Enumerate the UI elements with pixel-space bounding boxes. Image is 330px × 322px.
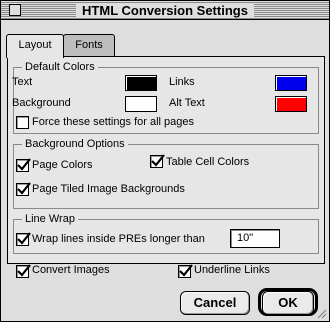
checkmark-icon [17,232,31,245]
convert-images-label: Convert Images [32,264,110,276]
links-color-swatch[interactable] [275,75,307,91]
wrap-length-input[interactable]: 10" [230,229,280,248]
force-settings-label: Force these settings for all pages [32,116,195,128]
checkmark-icon [17,158,31,171]
layout-tab-panel: Default Colors Text Links Background Alt… [7,56,325,278]
background-options-group: Background Options Page Colors Table Cel… [13,137,319,209]
underline-links-checkbox[interactable] [178,264,193,278]
convert-images-checkbox[interactable] [16,264,31,278]
tab-fonts-label: Fonts [75,39,103,51]
default-colors-title: Default Colors [22,60,98,74]
wrap-lines-label: Wrap lines inside PREs longer than [32,233,205,245]
tiled-backgrounds-label: Page Tiled Image Backgrounds [32,183,185,195]
resize-grip-icon[interactable] [315,307,327,319]
tiled-backgrounds-checkbox[interactable] [16,182,31,196]
text-color-label: Text [12,76,33,88]
dialog-window: HTML Conversion Settings Layout Fonts De… [0,0,330,322]
tab-layout[interactable]: Layout [6,34,64,58]
checkmark-icon [17,264,31,277]
checkmark-icon [179,264,193,277]
underline-links-label: Underline Links [194,264,270,276]
page-colors-label: Page Colors [32,159,93,171]
background-options-title: Background Options [22,137,128,151]
default-colors-group: Default Colors Text Links Background Alt… [12,60,319,134]
page-colors-checkbox[interactable] [16,158,31,172]
wrap-lines-checkbox[interactable] [16,232,31,246]
alt-text-color-label: Alt Text [169,97,205,109]
alt-text-color-swatch[interactable] [275,96,307,112]
checkmark-icon [17,182,31,195]
text-color-swatch[interactable] [125,75,157,91]
links-color-label: Links [169,76,195,88]
tab-fonts[interactable]: Fonts [63,34,115,57]
ok-button-label: OK [278,295,298,310]
force-settings-checkbox[interactable] [16,116,29,129]
checkmark-icon [151,154,165,167]
tab-layout-label: Layout [18,39,52,51]
line-wrap-title: Line Wrap [22,212,78,226]
cancel-button-label: Cancel [193,295,237,310]
title-bar[interactable]: HTML Conversion Settings [1,1,329,20]
background-color-swatch[interactable] [125,96,157,112]
table-cell-colors-label: Table Cell Colors [166,156,250,168]
background-color-label: Background [12,97,71,109]
table-cell-colors-checkbox[interactable] [150,154,165,168]
window-title: HTML Conversion Settings [76,3,254,18]
wrap-length-value: 10" [237,232,254,244]
ok-button[interactable]: OK [262,291,314,315]
cancel-button[interactable]: Cancel [180,291,250,315]
